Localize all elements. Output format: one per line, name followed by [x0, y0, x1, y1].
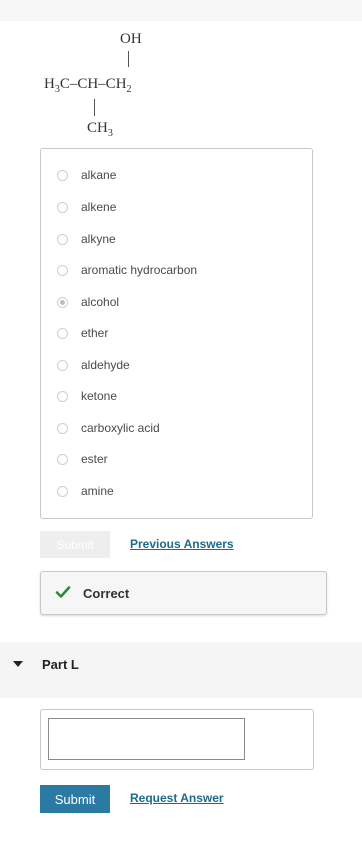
- option-amine[interactable]: amine: [57, 481, 114, 501]
- option-label: ether: [81, 326, 109, 340]
- caret-down-icon[interactable]: [13, 661, 23, 667]
- part-title[interactable]: Part L: [42, 657, 79, 672]
- oh-group: OH: [120, 31, 142, 47]
- radio-ester[interactable]: [57, 453, 68, 465]
- option-label: carboxylic acid: [81, 421, 160, 435]
- option-label: alcohol: [81, 295, 120, 309]
- option-ketone[interactable]: ketone: [57, 386, 117, 406]
- submit-button-disabled[interactable]: Submit: [40, 531, 110, 558]
- option-carboxylic-acid[interactable]: carboxylic acid: [57, 418, 160, 438]
- submit-button[interactable]: Submit: [40, 785, 110, 813]
- answer-input[interactable]: [48, 718, 245, 760]
- radio-aromatic-hydrocarbon[interactable]: [57, 264, 68, 276]
- option-label: alkyne: [81, 232, 116, 246]
- radio-amine[interactable]: [57, 485, 68, 497]
- radio-carboxylic-acid[interactable]: [57, 422, 68, 434]
- radio-ketone[interactable]: [57, 390, 68, 402]
- radio-alkyne[interactable]: [57, 233, 68, 245]
- option-label: amine: [81, 484, 114, 498]
- option-ether[interactable]: ether: [57, 323, 108, 343]
- option-label: aldehyde: [81, 358, 130, 372]
- radio-alkene[interactable]: [57, 201, 68, 213]
- previous-answers-link[interactable]: Previous Answers: [130, 537, 234, 551]
- chemical-structure: OH H3C–CH–CH2 CH3: [0, 21, 362, 146]
- radio-ether[interactable]: [57, 327, 68, 339]
- option-alkene[interactable]: alkene: [57, 197, 116, 217]
- option-alcohol[interactable]: alcohol: [57, 292, 119, 312]
- option-label: ester: [81, 452, 108, 466]
- request-answer-link[interactable]: Request Answer: [130, 791, 224, 805]
- option-label: ketone: [81, 389, 118, 403]
- bond-line-bottom: [94, 99, 95, 116]
- option-aldehyde[interactable]: aldehyde: [57, 355, 130, 375]
- option-label: alkane: [81, 168, 117, 182]
- main-chain: H3C–CH–CH2: [44, 76, 132, 95]
- option-alkyne[interactable]: alkyne: [57, 229, 116, 249]
- checkmark-icon: [55, 586, 71, 598]
- option-label: aromatic hydrocarbon: [81, 263, 198, 277]
- radio-aldehyde[interactable]: [57, 359, 68, 371]
- top-strip: [0, 0, 362, 21]
- option-ester[interactable]: ester: [57, 449, 108, 469]
- option-label: alkene: [81, 200, 117, 214]
- feedback-correct-box: Correct: [40, 571, 327, 615]
- radio-alkane[interactable]: [57, 169, 68, 181]
- option-aromatic-hydrocarbon[interactable]: aromatic hydrocarbon: [57, 260, 197, 280]
- feedback-text: Correct: [83, 586, 130, 601]
- ch3-group: CH3: [87, 120, 113, 139]
- option-alkane[interactable]: alkane: [57, 165, 116, 185]
- answer-options-group: alkane alkene alkyne aromatic hydrocarbo…: [40, 148, 313, 519]
- answer-container: [40, 709, 314, 770]
- radio-alcohol[interactable]: [57, 296, 68, 308]
- bond-line-top: [128, 51, 129, 67]
